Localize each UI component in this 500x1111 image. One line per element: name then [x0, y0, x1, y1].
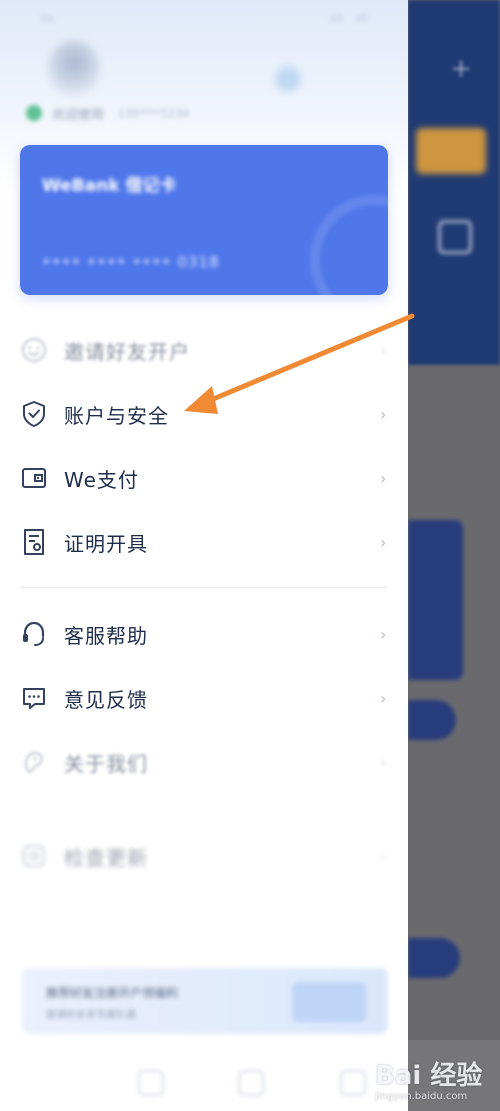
watermark-brand: Bai 经验	[375, 1061, 483, 1091]
annotation-arrow	[184, 313, 415, 414]
watermark-logo: Bai 经验 jingyan.baidu.com	[375, 1055, 500, 1111]
watermark-url: jingyan.baidu.com	[375, 1091, 468, 1102]
